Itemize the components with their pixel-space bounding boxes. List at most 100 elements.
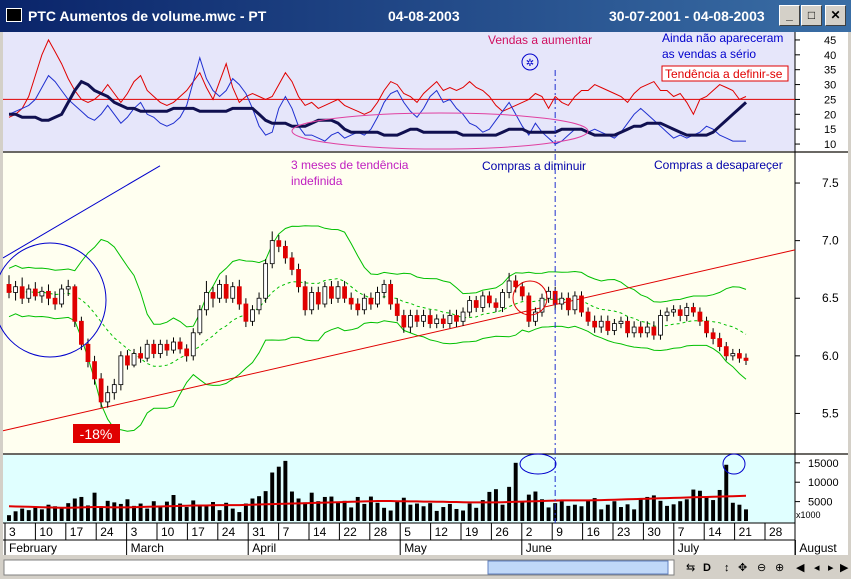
volume-bar	[579, 506, 584, 521]
app-window: PTC Aumentos de volume.mwc - PT 04-08-20…	[0, 0, 851, 579]
volume-bar	[296, 498, 301, 521]
x-day-label: 17	[191, 525, 205, 539]
candle-body	[427, 315, 433, 324]
volume-bar	[711, 500, 716, 521]
candle-body	[697, 311, 703, 322]
volume-bar	[395, 501, 400, 521]
volume-bar	[158, 505, 163, 521]
candle-body	[98, 378, 104, 403]
volume-y-label: 10000	[808, 477, 839, 489]
volume-bar	[382, 507, 387, 521]
volume-bar	[691, 489, 696, 521]
volume-bar	[559, 501, 564, 521]
candle-body	[408, 315, 413, 328]
volume-bar	[105, 500, 110, 521]
volume-bar	[112, 502, 117, 521]
volume-bar	[599, 509, 604, 521]
scrollbar-thumb[interactable]	[487, 560, 669, 575]
oscillator-y-label: 15	[824, 124, 836, 136]
scroll-end-icon[interactable]: ▶	[840, 562, 849, 574]
volume-bar	[33, 507, 38, 521]
candle-body	[250, 309, 255, 322]
candle-body	[236, 286, 242, 305]
volume-bar	[362, 503, 367, 521]
volume-bar	[322, 496, 327, 521]
candle-body	[13, 286, 18, 293]
candle-body	[526, 295, 532, 322]
x-month-label: March	[131, 541, 164, 555]
candle-body	[730, 353, 736, 357]
volume-bar	[618, 507, 623, 521]
candle-body	[454, 315, 459, 322]
oscillator-y-label: 40	[824, 50, 836, 62]
candle-body	[335, 286, 341, 299]
volume-bar	[257, 496, 262, 521]
volume-y-label: 15000	[808, 458, 839, 470]
daily-period-button[interactable]: D	[703, 562, 711, 574]
x-day-label: 16	[587, 525, 601, 539]
volume-bar	[171, 495, 176, 521]
candle-body	[585, 311, 591, 322]
price-y-label: 6.5	[822, 291, 839, 305]
volume-bar	[250, 498, 255, 521]
zoom-out-icon[interactable]: ⊖	[757, 562, 766, 574]
volume-bar	[566, 505, 571, 521]
candle-body	[65, 286, 71, 290]
annotation-trend-box: Tendência a definir-se	[665, 67, 783, 81]
resize-icon[interactable]: ↕	[724, 562, 730, 574]
volume-bar	[66, 503, 71, 521]
x-day-label: 9	[556, 525, 563, 539]
scroll-start-icon[interactable]: ◀	[796, 562, 805, 574]
x-day-label: 10	[39, 525, 53, 539]
price-y-label: 7.0	[822, 234, 839, 248]
x-month-label: August	[799, 541, 837, 555]
volume-bar	[421, 506, 426, 521]
x-day-label: 24	[100, 525, 114, 539]
candle-body	[276, 240, 282, 247]
candle-body	[197, 309, 203, 334]
scroll-right-icon[interactable]: ▸	[828, 562, 834, 574]
candle-body	[447, 315, 453, 324]
chart-canvas[interactable]: 45403530252015107.57.06.56.05.5150001000…	[0, 0, 851, 579]
drop-badge-label: -18%	[80, 426, 113, 442]
candle-body	[743, 357, 749, 361]
candle-body	[671, 309, 676, 313]
candle-body	[467, 300, 472, 313]
candle-body	[506, 280, 512, 293]
candle-body	[230, 286, 236, 299]
candle-body	[79, 320, 84, 345]
volume-bar	[270, 472, 275, 521]
candle-body	[473, 300, 479, 308]
candle-body	[519, 286, 525, 297]
volume-bar	[13, 511, 18, 521]
candle-body	[631, 326, 637, 334]
scroll-left-icon[interactable]: ◂	[814, 562, 820, 574]
volume-bar	[191, 500, 196, 521]
volume-bar	[605, 504, 610, 521]
candle-body	[572, 295, 578, 311]
volume-bar	[388, 510, 393, 521]
candle-body	[6, 284, 12, 293]
candle-body	[39, 290, 45, 297]
candle-body	[361, 297, 367, 311]
volume-bar	[454, 508, 459, 521]
candle-body	[322, 286, 328, 305]
x-day-label: 17	[70, 525, 84, 539]
volume-bar	[487, 491, 492, 521]
oscillator-y-label: 30	[824, 80, 836, 92]
x-day-label: 2	[526, 525, 533, 539]
volume-bar	[184, 507, 189, 521]
fit-icon[interactable]: ✥	[738, 562, 747, 574]
link-icon[interactable]: ⇆	[686, 562, 695, 574]
volume-bar	[678, 501, 683, 521]
candle-body	[486, 295, 492, 304]
volume-bar	[342, 500, 347, 521]
x-day-label: 31	[252, 525, 266, 539]
candle-body	[368, 297, 374, 305]
oscillator-y-label: 20	[824, 109, 836, 121]
candle-body	[151, 343, 157, 354]
volume-bar	[151, 501, 156, 521]
zoom-in-icon[interactable]: ⊕	[775, 562, 784, 574]
x-day-label: 22	[343, 525, 357, 539]
candle-body	[493, 302, 499, 308]
